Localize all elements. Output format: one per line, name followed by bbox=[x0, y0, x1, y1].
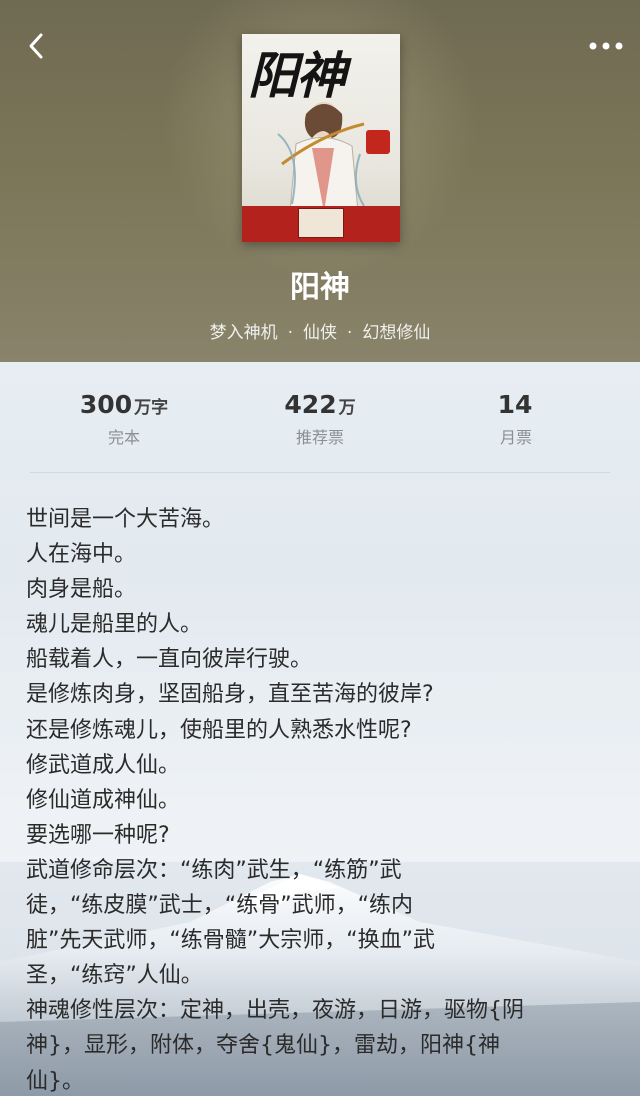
synopsis-line: 世间是一个大苦海。 bbox=[26, 507, 225, 532]
stat-unit: 万 bbox=[338, 398, 356, 418]
synopsis-line: 脏”先天武师，“练骨髓”大宗师，“换血”武 bbox=[26, 928, 435, 954]
book-title: 阳神 bbox=[290, 270, 350, 305]
synopsis-line: 仙}。 bbox=[26, 1068, 84, 1094]
book-header: 阳神 阳神 梦入神机 · 仙侠 · 幻想修仙 bbox=[0, 0, 640, 362]
synopsis-line: 肉身是船。 bbox=[26, 577, 137, 603]
synopsis-line: 徒，“练皮膜”武士，“练骨”武师，“练内 bbox=[26, 893, 413, 919]
synopsis-line: 要选哪一种呢? bbox=[26, 822, 170, 848]
stat-label: 完本 bbox=[107, 428, 140, 447]
divider bbox=[30, 472, 610, 473]
stat-value: 300 bbox=[79, 390, 133, 419]
synopsis-line: 还是修炼魂儿，使船里的人熟悉水性呢? bbox=[26, 717, 412, 743]
cover-band bbox=[242, 206, 400, 242]
stat-recommend-votes[interactable]: 422 万 推荐票 bbox=[220, 390, 420, 448]
cover-seal-icon bbox=[366, 130, 390, 154]
synopsis-line: 修仙道成神仙。 bbox=[26, 787, 181, 813]
meta-separator: · bbox=[347, 323, 353, 343]
synopsis-line: 修武道成人仙。 bbox=[26, 752, 181, 778]
synopsis-line: 武道修命层次：“练肉”武生，“练筋”武 bbox=[26, 857, 402, 883]
book-stats: 300 万字 完本 422 万 推荐票 14 月票 bbox=[0, 390, 640, 456]
stat-unit: 万字 bbox=[134, 398, 169, 418]
synopsis-line: 圣，“练窍”人仙。 bbox=[26, 963, 203, 989]
book-cover[interactable]: 阳神 bbox=[242, 34, 400, 242]
cover-illustration bbox=[277, 102, 365, 213]
stat-value: 422 bbox=[284, 390, 337, 419]
synopsis-line: 人在海中。 bbox=[26, 542, 137, 568]
book-category[interactable]: 仙侠 bbox=[303, 323, 337, 343]
synopsis-line: 魂儿是船里的人。 bbox=[26, 612, 203, 638]
synopsis-line: 是修炼肉身，坚固船身，直至苦海的彼岸? bbox=[26, 682, 434, 708]
more-dots-icon bbox=[589, 42, 623, 50]
stat-word-count: 300 万字 完本 bbox=[24, 390, 224, 448]
more-button[interactable] bbox=[584, 26, 628, 66]
stat-label: 月票 bbox=[499, 428, 532, 447]
meta-separator: · bbox=[287, 323, 293, 343]
back-button[interactable] bbox=[16, 26, 56, 66]
cover-band-label bbox=[298, 208, 344, 238]
stat-label: 推荐票 bbox=[295, 428, 344, 447]
book-detail-content: 300 万字 完本 422 万 推荐票 14 月票 世间是一个大苦海。 人在海中。 … bbox=[0, 362, 640, 1096]
synopsis-line: 船载着人，一直向彼岸行驶。 bbox=[26, 647, 313, 673]
stat-monthly-votes[interactable]: 14 月票 bbox=[416, 390, 616, 448]
stat-value: 14 bbox=[497, 390, 533, 419]
book-author[interactable]: 梦入神机 bbox=[210, 323, 278, 343]
synopsis-line: 神}，显形，附体，夺舍{鬼仙}，雷劫，阳神{神 bbox=[26, 1033, 500, 1059]
book-subcategory[interactable]: 幻想修仙 bbox=[362, 323, 430, 343]
book-synopsis[interactable]: 世间是一个大苦海。 人在海中。 肉身是船。 魂儿是船里的人。 船载着人，一直向彼… bbox=[26, 502, 616, 1096]
synopsis-line: 神魂修性层次：定神，出壳，夜游，日游，驱物{阴 bbox=[26, 998, 524, 1024]
back-chevron-icon bbox=[29, 33, 43, 59]
book-meta: 梦入神机 · 仙侠 · 幻想修仙 bbox=[0, 318, 640, 343]
